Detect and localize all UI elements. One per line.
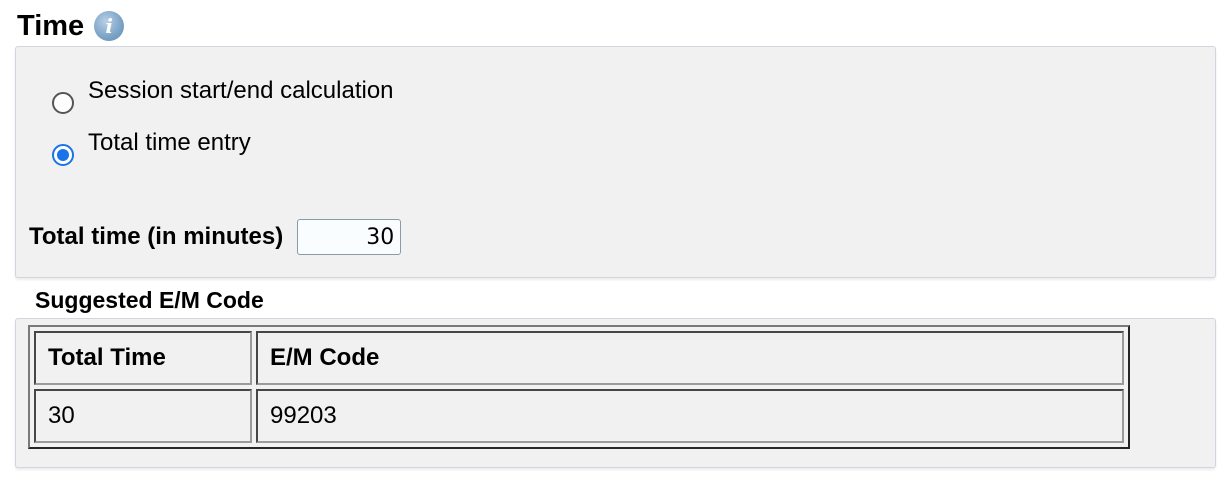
total-time-entry-label: Total time entry	[88, 129, 251, 156]
session-calculation-radio[interactable]	[52, 92, 74, 114]
suggested-code-panel: Total Time E/M Code 30 99203	[15, 318, 1216, 468]
column-header-total-time: Total Time	[34, 331, 252, 385]
table-header-row: Total Time E/M Code	[34, 331, 1124, 385]
section-title: Time i	[17, 8, 125, 44]
suggested-code-title: Suggested E/M Code	[35, 287, 264, 313]
time-panel: Session start/end calculation Total time…	[15, 46, 1216, 278]
radio-option-total[interactable]: Total time entry	[52, 129, 251, 166]
radio-option-session[interactable]: Session start/end calculation	[52, 77, 394, 114]
info-icon[interactable]: i	[94, 11, 125, 41]
table-row: 30 99203	[34, 389, 1124, 443]
total-time-input[interactable]	[297, 219, 402, 255]
cell-em-code: 99203	[256, 389, 1124, 443]
total-time-row: Total time (in minutes)	[29, 219, 402, 255]
em-code-table: Total Time E/M Code 30 99203	[28, 325, 1130, 449]
section-title-text: Time	[17, 10, 85, 42]
cell-total-time: 30	[34, 389, 252, 443]
total-time-entry-radio[interactable]	[52, 144, 74, 166]
session-calculation-label: Session start/end calculation	[88, 77, 394, 104]
total-time-label: Total time (in minutes)	[29, 223, 284, 250]
column-header-em-code: E/M Code	[256, 331, 1124, 385]
